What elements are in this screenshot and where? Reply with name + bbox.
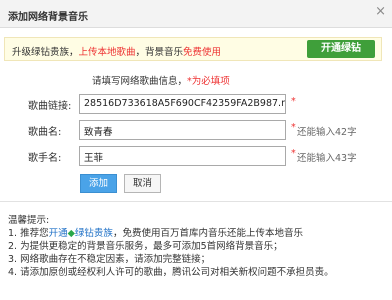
song-name-label: 歌曲名:: [28, 127, 62, 138]
tip-item-1: 1. 推荐您开通◆绿钻贵族，免费使用百万首库内音乐还能上传本地音乐: [8, 227, 334, 240]
promo-text: 升级绿钻贵族，上传本地歌曲，背景音乐免费使用: [12, 44, 221, 58]
green-diamond-link[interactable]: 绿钻贵族: [75, 228, 113, 239]
promo-prefix: 升级绿钻贵族，: [12, 47, 79, 58]
singer-char-count: 还能输入43字: [297, 153, 357, 164]
tip-item-3: 3. 网络歌曲存在不稳定因素，请添加完整链接；: [8, 254, 211, 265]
tips-heading: 温馨提示:: [8, 215, 50, 226]
required-note: *为必填项: [187, 76, 230, 87]
form-hint: 请填写网络歌曲信息，*为必填项: [92, 73, 230, 87]
promo-banner: 升级绿钻贵族，上传本地歌曲，背景音乐免费使用 开通绿钻: [4, 37, 382, 61]
tip1-prefix: 1. 推荐您: [8, 228, 49, 239]
song-name-required-mark: *: [291, 122, 296, 133]
tip1-suffix: ，免费使用百万首库内音乐还能上传本地音乐: [112, 228, 303, 239]
open-green-diamond-button[interactable]: 开通绿钻: [307, 40, 375, 58]
dialog-title: 添加网络背景音乐: [8, 12, 88, 23]
song-name-char-count: 还能输入42字: [297, 127, 357, 138]
promo-upload-highlight: 上传本地歌曲: [78, 47, 136, 58]
promo-middle: ，背景音乐: [135, 47, 184, 58]
green-diamond-icon: ◆: [67, 228, 75, 239]
add-button[interactable]: 添加: [80, 174, 117, 193]
tip-item-2: 2. 为提供更稳定的背景音乐服务，最多可添加5首网络背景音乐；: [8, 241, 283, 252]
singer-required-mark: *: [291, 148, 296, 159]
singer-input[interactable]: 王菲: [79, 146, 286, 166]
open-link[interactable]: 开通: [49, 228, 68, 239]
song-link-input[interactable]: 28516D733618A5F690CF42359FA2B987.mp3: [79, 94, 286, 114]
song-name-input[interactable]: 致青春: [79, 120, 286, 140]
song-link-required-mark: *: [291, 96, 296, 107]
divider: [0, 201, 392, 202]
singer-label: 歌手名:: [28, 153, 62, 164]
dialog-titlebar: 添加网络背景音乐 ×: [0, 0, 392, 28]
cancel-button[interactable]: 取消: [124, 174, 161, 193]
close-icon[interactable]: ×: [375, 5, 386, 19]
hint-text: 请填写网络歌曲信息，: [92, 76, 188, 87]
promo-free-highlight: 免费使用: [183, 47, 222, 58]
tip-item-4: 4. 请添加原创或经权利人许可的歌曲，腾讯公司对相关新权问题不承担员责。: [8, 267, 334, 278]
song-link-label: 歌曲链接:: [28, 101, 72, 112]
tips-section: 温馨提示: 1. 推荐您开通◆绿钻贵族，免费使用百万首库内音乐还能上传本地音乐 …: [8, 214, 334, 279]
